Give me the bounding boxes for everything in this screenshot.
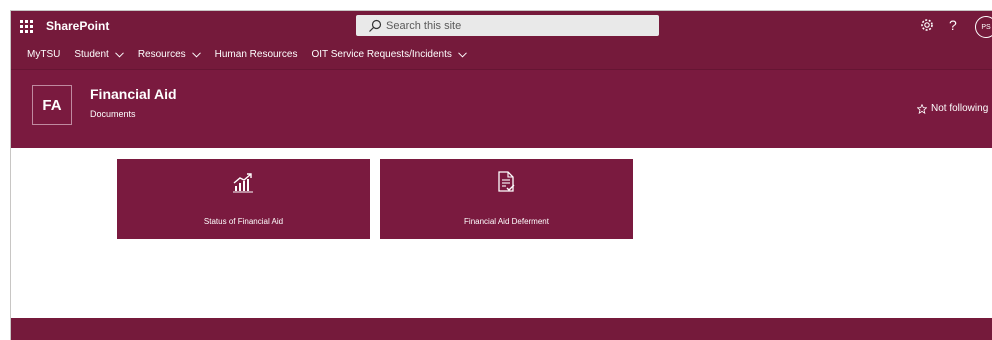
- site-logo[interactable]: FA: [32, 85, 72, 125]
- tile-label: Financial Aid Deferment: [464, 217, 549, 226]
- quick-link-financial-aid-deferment[interactable]: Financial Aid Deferment: [380, 159, 633, 239]
- chevron-down-icon: [114, 51, 124, 58]
- search-box[interactable]: [356, 15, 659, 36]
- brand-link[interactable]: SharePoint: [46, 19, 109, 33]
- chart-growth-icon: [233, 173, 253, 193]
- star-icon: [917, 103, 927, 114]
- search-input[interactable]: [386, 17, 646, 34]
- hub-nav-label: MyTSU: [27, 49, 61, 60]
- page-title[interactable]: Financial Aid: [90, 86, 177, 102]
- follow-label: Not following: [931, 103, 989, 114]
- sharepoint-window: SharePoint ? PS MyTSU Student: [10, 10, 992, 340]
- tile-label: Status of Financial Aid: [203, 217, 284, 226]
- hub-nav-item-resources[interactable]: Resources: [138, 49, 201, 60]
- hub-navigation: MyTSU Student Resources Human Resources …: [11, 42, 992, 70]
- waffle-icon[interactable]: [18, 18, 34, 34]
- hub-nav-label: Human Resources: [214, 49, 298, 60]
- avatar[interactable]: PS: [975, 16, 992, 38]
- chevron-down-icon: [191, 51, 201, 58]
- site-footer: [11, 318, 992, 340]
- follow-button[interactable]: Not following: [917, 103, 988, 114]
- hub-nav-label: Resources: [137, 49, 186, 60]
- hub-nav-label: Student: [74, 49, 109, 60]
- hub-nav-item-student[interactable]: Student: [74, 49, 124, 60]
- hub-nav-item-mytsu[interactable]: MyTSU: [27, 49, 60, 60]
- gear-icon[interactable]: [920, 18, 934, 32]
- site-header: FA Financial Aid Documents Not following: [11, 70, 992, 148]
- document-check-icon: [498, 171, 515, 192]
- quick-link-status-of-financial-aid[interactable]: Status of Financial Aid: [117, 159, 370, 239]
- hub-nav-label: OIT Service Requests/Incidents: [311, 49, 452, 60]
- hub-nav-item-oit-service-requests[interactable]: OIT Service Requests/Incidents: [311, 49, 467, 60]
- suite-bar: SharePoint ? PS: [11, 11, 992, 43]
- help-icon[interactable]: ?: [949, 17, 957, 33]
- chevron-down-icon: [458, 51, 467, 58]
- hub-nav-item-human-resources[interactable]: Human Resources: [215, 49, 298, 60]
- search-icon: [369, 19, 382, 32]
- site-subtitle: Documents: [90, 109, 136, 119]
